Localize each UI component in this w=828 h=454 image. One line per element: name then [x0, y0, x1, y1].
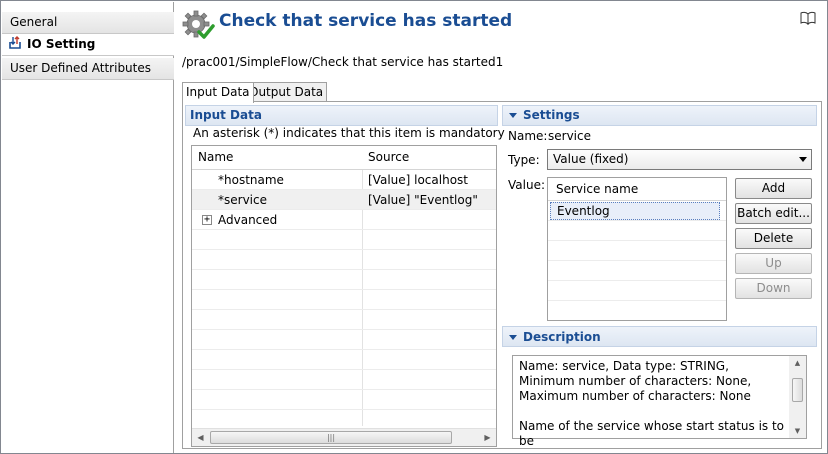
scroll-thumb[interactable] [792, 378, 803, 402]
expand-plus-icon[interactable]: + [202, 215, 212, 225]
nav-item-io-setting[interactable]: IO Setting [2, 34, 174, 56]
name-value: service [548, 129, 591, 143]
mandatory-hint: An asterisk (*) indicates that this item… [193, 126, 505, 140]
table-row [192, 350, 496, 370]
settings-title-text: Settings [523, 108, 580, 122]
service-gear-check-icon [182, 10, 215, 39]
table-row [192, 290, 496, 310]
value-cell-editing[interactable]: Eventlog [550, 202, 720, 220]
description-line-1: Name: service, Data type: STRING, Minimu… [519, 359, 752, 403]
tab-input-data[interactable]: Input Data [182, 82, 254, 103]
row-name: *hostname [218, 173, 284, 187]
column-header-source[interactable]: Source [362, 146, 409, 169]
breadcrumb-path: /prac001/SimpleFlow/Check that service h… [182, 55, 504, 69]
row-name: *service [218, 193, 267, 207]
nav-item-user-defined-attributes[interactable]: User Defined Attributes [2, 58, 174, 80]
vertical-scrollbar[interactable]: ▲ ▼ [789, 356, 806, 438]
description-text: Name: service, Data type: STRING, Minimu… [519, 359, 787, 454]
up-button[interactable]: Up [735, 253, 812, 274]
add-button[interactable]: Add [735, 178, 812, 199]
row-name: Advanced [218, 213, 278, 227]
chevron-down-icon [799, 157, 807, 162]
nav-item-label: IO Setting [27, 37, 96, 51]
table-row [192, 390, 496, 410]
scroll-up-icon[interactable]: ▲ [789, 356, 806, 370]
nav-item-general[interactable]: General [2, 12, 174, 34]
value-row[interactable]: Eventlog [548, 201, 726, 221]
description-title[interactable]: Description [509, 330, 601, 344]
table-row[interactable]: *hostname [Value] localhost [192, 170, 496, 190]
io-setting-icon [9, 36, 21, 49]
scroll-thumb[interactable]: ||| [210, 431, 452, 444]
description-box: Name: service, Data type: STRING, Minimu… [512, 355, 807, 448]
table-row [192, 230, 496, 250]
tab-label: Input Data [186, 85, 250, 99]
collapse-triangle-icon [509, 335, 517, 340]
left-nav: General IO Setting User Defined Attribut… [2, 2, 174, 453]
value-row [548, 281, 726, 301]
help-book-icon[interactable] [800, 11, 816, 25]
input-data-table: Name Source *hostname [Value] localhost … [191, 145, 497, 447]
table-row [192, 250, 496, 270]
nav-item-label: General [10, 15, 58, 29]
type-select[interactable]: Value (fixed) [547, 149, 812, 170]
table-row [192, 330, 496, 350]
table-row [192, 310, 496, 330]
table-row-selected[interactable]: *service [Value] "Eventlog" [192, 190, 496, 210]
input-data-title: Input Data [190, 108, 262, 122]
description-title-text: Description [523, 330, 601, 344]
tab-label: Output Data [249, 85, 324, 99]
settings-title[interactable]: Settings [509, 108, 580, 122]
value-column-header[interactable]: Service name [548, 178, 726, 201]
value-table: Service name Eventlog [547, 177, 727, 321]
value-label: Value: [508, 178, 545, 192]
table-row[interactable]: + Advanced [192, 210, 496, 230]
row-source: [Value] "Eventlog" [368, 193, 478, 207]
type-select-value: Value (fixed) [553, 152, 629, 166]
table-row [192, 270, 496, 290]
page-title: Check that service has started [219, 11, 513, 31]
tab-output-data[interactable]: Output Data [245, 82, 328, 102]
batch-edit-button[interactable]: Batch edit... [735, 203, 812, 224]
type-label: Type: [508, 153, 540, 167]
row-source: [Value] localhost [368, 173, 468, 187]
value-row [548, 241, 726, 261]
table-row [192, 370, 496, 390]
scroll-right-icon[interactable]: ▶ [479, 429, 496, 446]
delete-button[interactable]: Delete [735, 228, 812, 249]
column-header-name[interactable]: Name [192, 146, 233, 169]
nav-item-label: User Defined Attributes [10, 61, 152, 75]
scroll-left-icon[interactable]: ◀ [192, 429, 209, 446]
description-line-2: Name of the service whose start status i… [519, 419, 785, 448]
collapse-triangle-icon [509, 113, 517, 118]
window-frame: General IO Setting User Defined Attribut… [0, 0, 828, 454]
table-header: Name Source [192, 146, 496, 170]
down-button[interactable]: Down [735, 278, 812, 299]
value-row [548, 221, 726, 241]
value-row [548, 261, 726, 281]
name-label: Name: [508, 129, 548, 143]
scroll-down-icon[interactable]: ▼ [789, 424, 806, 438]
horizontal-scrollbar[interactable]: ◀ ||| ▶ [192, 428, 496, 446]
